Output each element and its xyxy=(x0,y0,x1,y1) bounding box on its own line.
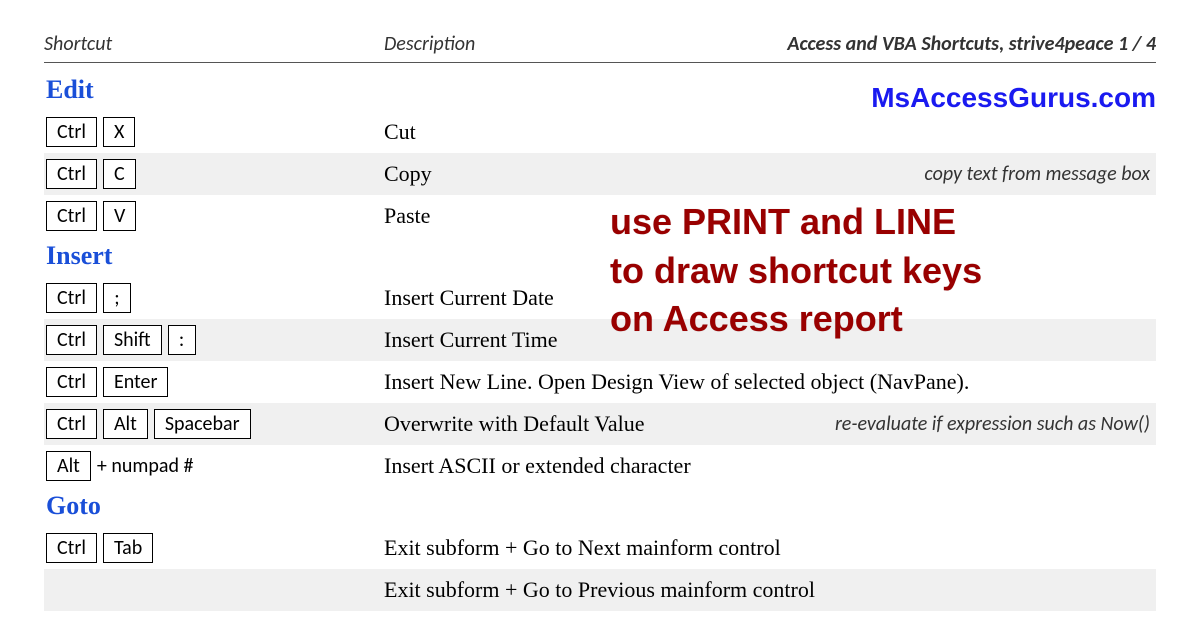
section-goto: Goto xyxy=(44,487,1156,527)
row-prev: Exit subform + Go to Previous mainform c… xyxy=(44,569,1156,611)
key-ctrl: Ctrl xyxy=(46,325,97,355)
key-tab: Tab xyxy=(103,533,153,563)
row-date: Ctrl ; Insert Current Date xyxy=(44,277,1156,319)
site-link[interactable]: MsAccessGurus.com xyxy=(871,82,1156,114)
shortcut-keys: Ctrl Shift : xyxy=(44,325,384,355)
desc: Exit subform + Go to Next mainform contr… xyxy=(384,535,1156,561)
row-cut: Ctrl X Cut xyxy=(44,111,1156,153)
shortcut-keys: Ctrl Enter xyxy=(44,367,384,397)
header-page-info: Access and VBA Shortcuts, strive4peace 1… xyxy=(704,32,1156,56)
shortcut-keys: Ctrl X xyxy=(44,117,384,147)
overlay-callout: use PRINT and LINE to draw shortcut keys… xyxy=(610,198,982,344)
row-tab: Ctrl Tab Exit subform + Go to Next mainf… xyxy=(44,527,1156,569)
extra-text: + numpad # xyxy=(97,454,194,478)
note: copy text from message box xyxy=(804,162,1156,186)
shortcut-keys: Alt + numpad # xyxy=(44,451,384,481)
key-ctrl: Ctrl xyxy=(46,117,97,147)
key-ctrl: Ctrl xyxy=(46,533,97,563)
desc: Copy xyxy=(384,161,804,187)
row-time: Ctrl Shift : Insert Current Time xyxy=(44,319,1156,361)
key-ctrl: Ctrl xyxy=(46,201,97,231)
key-ctrl: Ctrl xyxy=(46,159,97,189)
key-ctrl: Ctrl xyxy=(46,367,97,397)
key-enter: Enter xyxy=(103,367,169,397)
desc: Overwrite with Default Value xyxy=(384,411,804,437)
key-x: X xyxy=(103,117,135,147)
column-headers: Shortcut Description Access and VBA Shor… xyxy=(44,32,1156,63)
header-shortcut: Shortcut xyxy=(44,32,384,56)
shortcut-keys: Ctrl C xyxy=(44,159,384,189)
shortcut-keys: Ctrl Alt Spacebar xyxy=(44,409,384,439)
key-alt: Alt xyxy=(46,451,91,481)
desc: Insert New Line. Open Design View of sel… xyxy=(384,369,1156,395)
shortcut-keys: Ctrl ; xyxy=(44,283,384,313)
note: re-evaluate if expression such as Now() xyxy=(804,412,1156,436)
key-semicolon: ; xyxy=(103,283,131,313)
overlay-line1: use PRINT and LINE xyxy=(610,198,982,247)
row-newline: Ctrl Enter Insert New Line. Open Design … xyxy=(44,361,1156,403)
desc: Cut xyxy=(384,119,1156,145)
desc: Exit subform + Go to Previous mainform c… xyxy=(384,577,1156,603)
key-ctrl: Ctrl xyxy=(46,283,97,313)
row-paste: Ctrl V Paste xyxy=(44,195,1156,237)
key-alt: Alt xyxy=(103,409,148,439)
header-description: Description xyxy=(384,32,704,56)
key-spacebar: Spacebar xyxy=(154,409,251,439)
key-shift: Shift xyxy=(103,325,162,355)
desc: Insert ASCII or extended character xyxy=(384,453,1156,479)
key-c: C xyxy=(103,159,136,189)
key-ctrl: Ctrl xyxy=(46,409,97,439)
shortcut-keys: Ctrl V xyxy=(44,201,384,231)
key-colon: : xyxy=(168,325,196,355)
shortcut-keys: Ctrl Tab xyxy=(44,533,384,563)
row-copy: Ctrl C Copy copy text from message box xyxy=(44,153,1156,195)
key-v: V xyxy=(103,201,136,231)
row-default: Ctrl Alt Spacebar Overwrite with Default… xyxy=(44,403,1156,445)
overlay-line3: on Access report xyxy=(610,295,982,344)
overlay-line2: to draw shortcut keys xyxy=(610,247,982,296)
row-ascii: Alt + numpad # Insert ASCII or extended … xyxy=(44,445,1156,487)
section-insert: Insert xyxy=(44,237,1156,277)
